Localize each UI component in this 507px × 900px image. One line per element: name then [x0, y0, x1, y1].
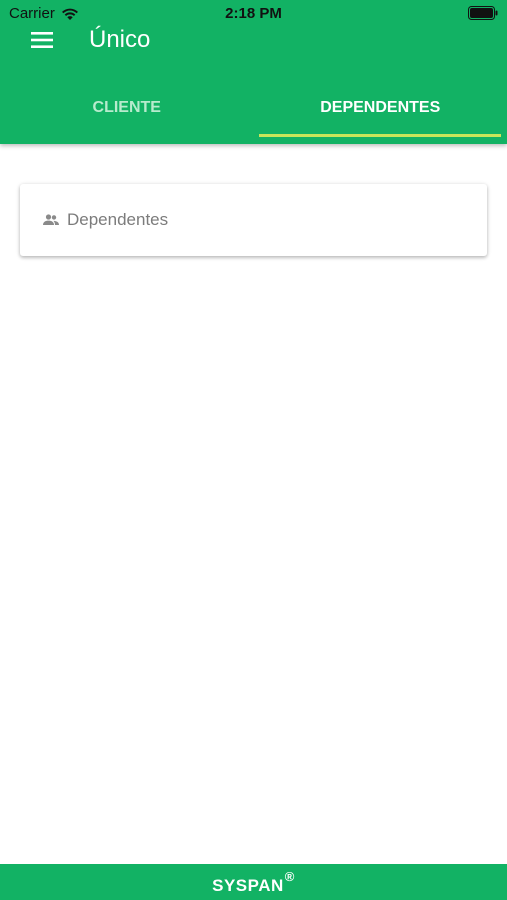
app-screen: Carrier 2:18 PM Único CLIENTE DEPENDENTE… — [0, 0, 507, 900]
registered-mark: ® — [284, 869, 295, 884]
battery-icon — [468, 6, 498, 20]
status-bar: Carrier 2:18 PM — [0, 0, 507, 28]
tab-cliente[interactable]: CLIENTE — [0, 88, 254, 138]
header: Carrier 2:18 PM Único CLIENTE DEPENDENTE… — [0, 0, 507, 144]
tab-dependentes[interactable]: DEPENDENTES — [254, 88, 507, 138]
app-bar: Único — [0, 26, 507, 54]
brand-logo: SYSPAN® — [212, 869, 295, 896]
footer: SYSPAN® — [0, 864, 507, 900]
tab-indicator — [259, 134, 501, 137]
card-label: Dependentes — [67, 210, 169, 229]
people-icon — [43, 214, 59, 225]
menu-icon[interactable] — [31, 31, 53, 49]
status-time: 2:18 PM — [225, 5, 282, 22]
page-title: Único — [89, 26, 151, 53]
dependentes-card[interactable]: Dependentes — [20, 184, 487, 256]
brand-name: SYSPAN — [212, 876, 284, 895]
tab-bar: CLIENTE DEPENDENTES — [0, 88, 507, 138]
